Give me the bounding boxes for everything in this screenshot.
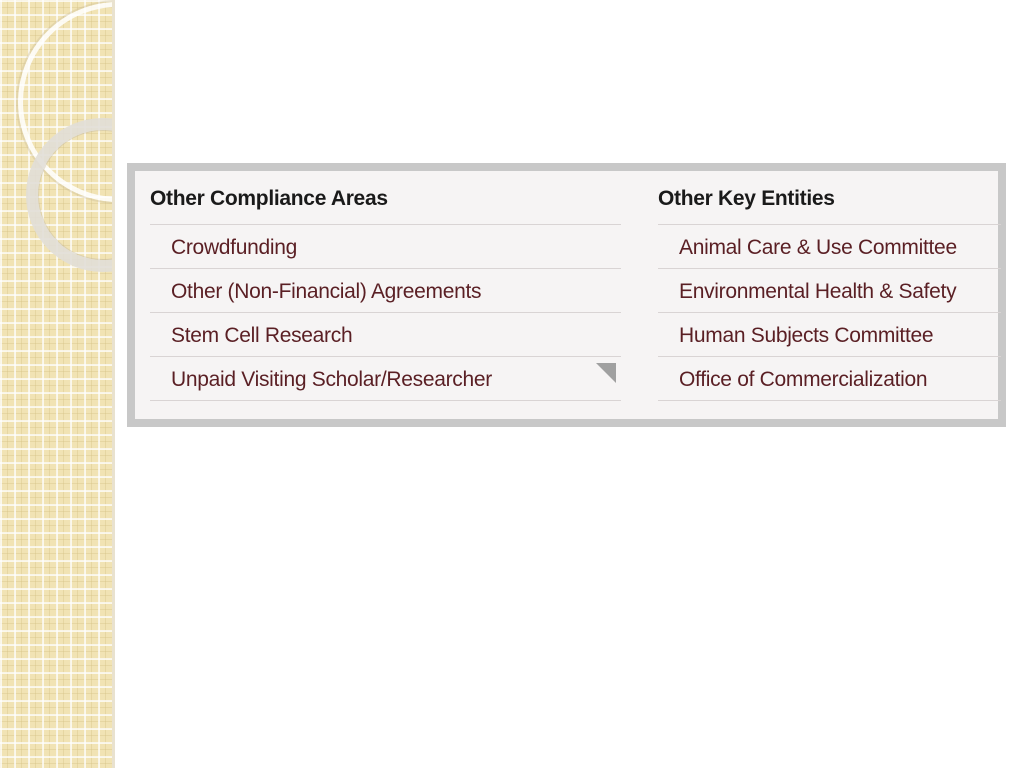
link-office-of-commercialization[interactable]: Office of Commercialization: [658, 357, 1001, 403]
link-environmental-health-safety[interactable]: Environmental Health & Safety: [658, 269, 1001, 315]
link-unpaid-visiting-scholar[interactable]: Unpaid Visiting Scholar/Researcher: [150, 357, 621, 403]
decorative-side-strip: [0, 0, 115, 768]
link-crowdfunding[interactable]: Crowdfunding: [150, 225, 621, 271]
link-human-subjects-committee[interactable]: Human Subjects Committee: [658, 313, 1001, 359]
list-item: Environmental Health & Safety: [658, 269, 1001, 313]
link-animal-care-committee[interactable]: Animal Care & Use Committee: [658, 225, 1001, 271]
link-stem-cell-research[interactable]: Stem Cell Research: [150, 313, 621, 359]
list-item: Office of Commercialization: [658, 357, 1001, 401]
list-item: Crowdfunding: [150, 225, 621, 269]
compliance-heading: Other Compliance Areas: [150, 171, 621, 225]
compliance-list: Crowdfunding Other (Non-Financial) Agree…: [150, 225, 621, 401]
list-item: Stem Cell Research: [150, 313, 621, 357]
entities-list: Animal Care & Use Committee Environmenta…: [658, 225, 1001, 401]
entities-heading: Other Key Entities: [658, 171, 1001, 225]
slide: Other Compliance Areas Crowdfunding Othe…: [0, 0, 1024, 768]
links-panel: Other Compliance Areas Crowdfunding Othe…: [127, 163, 1006, 427]
list-item: Human Subjects Committee: [658, 313, 1001, 357]
link-non-financial-agreements[interactable]: Other (Non-Financial) Agreements: [150, 269, 621, 315]
corner-triangle-icon: [596, 363, 616, 383]
list-item: Animal Care & Use Committee: [658, 225, 1001, 269]
entities-column: Other Key Entities Animal Care & Use Com…: [658, 171, 1001, 401]
list-item: Unpaid Visiting Scholar/Researcher: [150, 357, 621, 401]
list-item: Other (Non-Financial) Agreements: [150, 269, 621, 313]
links-panel-body: Other Compliance Areas Crowdfunding Othe…: [135, 171, 1001, 419]
compliance-column: Other Compliance Areas Crowdfunding Othe…: [150, 171, 621, 401]
